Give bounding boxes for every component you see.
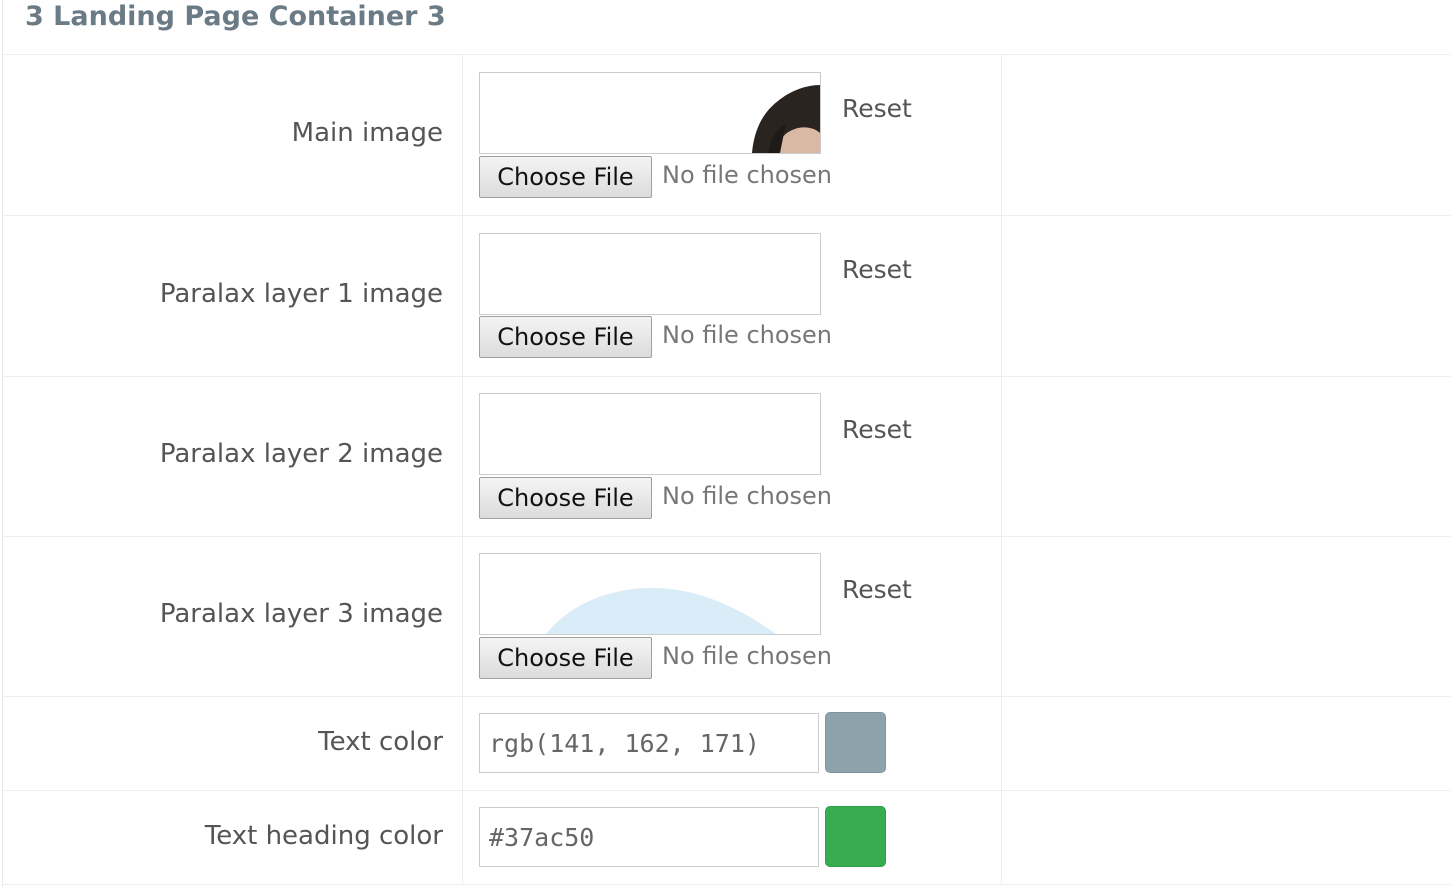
column-divider <box>462 377 463 536</box>
column-divider <box>462 216 463 376</box>
field-row-main-image: Main image Reset Choose File No file cho… <box>3 55 1451 216</box>
field-row-paralax-layer-2: Paralax layer 2 image Reset Choose File … <box>3 377 1451 537</box>
column-divider <box>462 791 463 884</box>
file-status: No file chosen <box>662 321 833 349</box>
column-divider <box>1001 216 1002 376</box>
column-divider <box>1001 791 1002 884</box>
settings-panel: 3 Landing Page Container 3 Main image Re… <box>2 0 1451 887</box>
file-status: No file chosen <box>662 161 833 189</box>
field-label: Paralax layer 1 image <box>159 279 443 309</box>
text-color-input[interactable] <box>479 713 819 773</box>
field-label: Text color <box>318 727 443 757</box>
field-label: Paralax layer 3 image <box>159 599 443 629</box>
image-preview <box>479 553 821 635</box>
column-divider <box>1001 537 1002 696</box>
column-divider <box>462 537 463 696</box>
text-heading-color-input[interactable] <box>479 807 819 867</box>
light-blue-arc-thumbnail-icon <box>546 588 776 634</box>
field-label: Text heading color <box>204 821 443 851</box>
image-preview <box>479 233 821 315</box>
text-heading-color-swatch[interactable] <box>825 806 886 867</box>
reset-link[interactable]: Reset <box>842 575 912 604</box>
field-row-paralax-layer-3: Paralax layer 3 image Reset Choose File … <box>3 537 1451 697</box>
reset-link[interactable]: Reset <box>842 255 912 284</box>
text-color-swatch[interactable] <box>825 712 886 773</box>
column-divider <box>1001 377 1002 536</box>
image-preview <box>479 393 821 475</box>
reset-link[interactable]: Reset <box>842 94 912 123</box>
column-divider <box>462 55 463 215</box>
field-row-text-color: Text color <box>3 697 1451 791</box>
file-status: No file chosen <box>662 642 833 670</box>
field-label: Main image <box>291 118 443 148</box>
field-label: Paralax layer 2 image <box>159 439 443 469</box>
person-hair-thumbnail-icon <box>752 85 820 153</box>
choose-file-button[interactable]: Choose File <box>479 637 652 679</box>
file-status: No file chosen <box>662 482 833 510</box>
section-title: 3 Landing Page Container 3 <box>25 1 446 32</box>
field-row-text-heading-color: Text heading color <box>3 791 1451 885</box>
image-preview <box>479 72 821 154</box>
field-row-paralax-layer-1: Paralax layer 1 image Reset Choose File … <box>3 216 1451 377</box>
column-divider <box>462 697 463 790</box>
choose-file-button[interactable]: Choose File <box>479 156 652 198</box>
reset-link[interactable]: Reset <box>842 415 912 444</box>
choose-file-button[interactable]: Choose File <box>479 316 652 358</box>
choose-file-button[interactable]: Choose File <box>479 477 652 519</box>
column-divider <box>1001 55 1002 215</box>
column-divider <box>1001 697 1002 790</box>
